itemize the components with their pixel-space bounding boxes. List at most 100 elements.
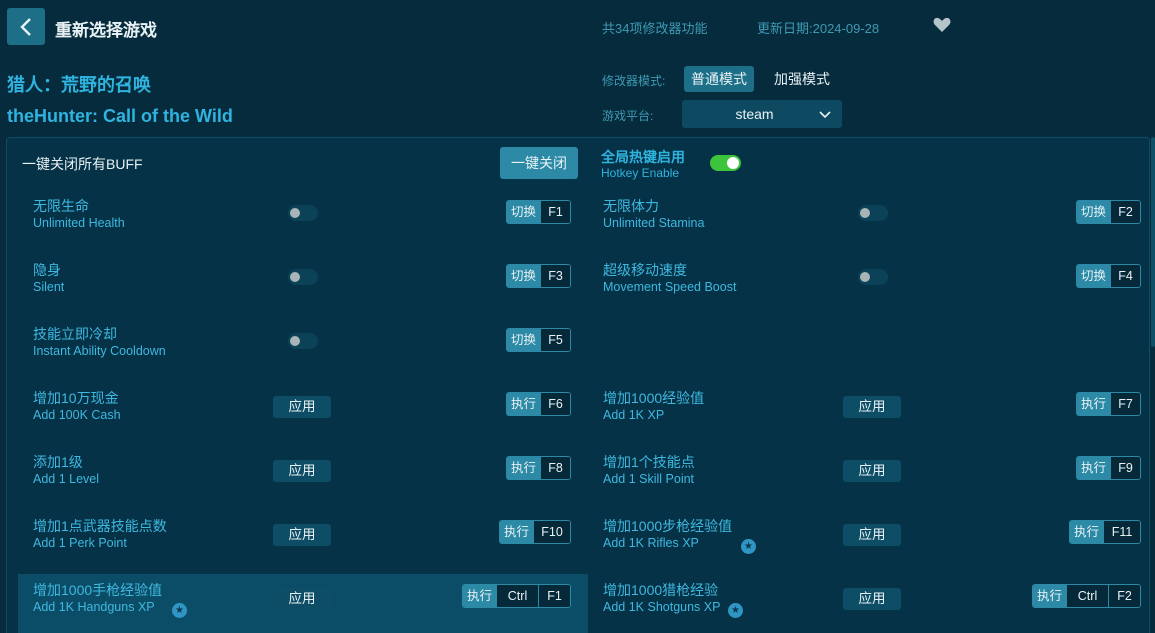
hotkey-key: Ctrl bbox=[496, 585, 539, 607]
apply-button[interactable]: 应用 bbox=[273, 396, 331, 418]
cheat-name-cn: 增加1000猎枪经验 bbox=[603, 582, 719, 598]
hotkey-toggle[interactable] bbox=[710, 155, 741, 171]
hotkey-group[interactable]: 执行 F6 bbox=[506, 392, 572, 416]
apply-button[interactable]: 应用 bbox=[273, 460, 331, 482]
hotkey-key: F6 bbox=[540, 393, 571, 415]
game-title-en: theHunter: Call of the Wild bbox=[7, 106, 233, 126]
heart-icon[interactable] bbox=[933, 17, 951, 33]
cheat-name-en: Add 1 Level bbox=[33, 472, 100, 486]
apply-button[interactable]: 应用 bbox=[843, 396, 901, 418]
hotkey-group[interactable]: 执行 F9 bbox=[1076, 456, 1142, 480]
platform-label: 游戏平台: bbox=[602, 109, 654, 123]
apply-button[interactable]: 应用 bbox=[273, 524, 331, 546]
cheat-name-en: Add 1K Shotguns XP bbox=[603, 600, 721, 614]
hotkey-action-label: 切换 bbox=[1077, 201, 1111, 223]
cheat-item: 添加1级 Add 1 Level 应用 执行 F8 bbox=[18, 446, 588, 510]
hotkey-key: F5 bbox=[540, 329, 571, 351]
hotkey-group[interactable]: 切换 F5 bbox=[506, 328, 572, 352]
cheat-name-cn: 隐身 bbox=[33, 262, 61, 278]
cheat-name-en: Silent bbox=[33, 280, 65, 294]
cheat-name-en: Unlimited Stamina bbox=[603, 216, 705, 230]
cheat-name-en: Instant Ability Cooldown bbox=[33, 344, 166, 358]
hotkey-action-label: 执行 bbox=[1077, 393, 1111, 415]
cheat-item: 增加1000经验值 Add 1K XP 应用 执行 F7 bbox=[588, 382, 1155, 446]
cheat-item: 无限体力 Unlimited Stamina 切换 F2 bbox=[588, 190, 1155, 254]
feature-count: 共34项修改器功能 bbox=[602, 21, 708, 36]
cheat-toggle[interactable] bbox=[858, 205, 888, 221]
cheat-toggle[interactable] bbox=[288, 333, 318, 349]
hotkey-group[interactable]: 执行 F8 bbox=[506, 456, 572, 480]
cheat-name-en: Movement Speed Boost bbox=[603, 280, 737, 294]
cheat-item: 技能立即冷却 Instant Ability Cooldown 切换 F5 bbox=[18, 318, 588, 382]
cheat-name-en: Add 1K Rifles XP bbox=[603, 536, 699, 550]
page-title: 重新选择游戏 bbox=[55, 21, 157, 40]
cheat-name-cn: 技能立即冷却 bbox=[33, 326, 117, 342]
apply-button[interactable]: 应用 bbox=[843, 588, 901, 610]
hotkey-action-label: 执行 bbox=[1033, 585, 1067, 607]
hotkey-key: F7 bbox=[1110, 393, 1141, 415]
cheat-name-cn: 无限生命 bbox=[33, 198, 89, 214]
mode-normal-button[interactable]: 普通模式 bbox=[684, 66, 754, 92]
platform-value: steam bbox=[735, 106, 774, 122]
hotkey-key: F2 bbox=[1110, 201, 1141, 223]
hotkey-key: F10 bbox=[533, 521, 571, 543]
cheat-item: 增加1000手枪经验值 Add 1K Handguns XP ★ 应用 执行 Ctrl F1 bbox=[18, 574, 588, 633]
cheat-item: 超级移动速度 Movement Speed Boost 切换 F4 bbox=[588, 254, 1155, 318]
hotkey-group[interactable]: 切换 F4 bbox=[1076, 264, 1142, 288]
hotkey-key: Ctrl bbox=[1066, 585, 1109, 607]
hotkey-group[interactable]: 切换 F1 bbox=[506, 200, 572, 224]
hotkey-group[interactable]: 执行 F10 bbox=[499, 520, 572, 544]
apply-button[interactable]: 应用 bbox=[843, 524, 901, 546]
cheat-item: 增加10万现金 Add 100K Cash 应用 执行 F6 bbox=[18, 382, 588, 446]
platform-select[interactable]: steam bbox=[682, 100, 842, 128]
cheat-item: 增加1000猎枪经验 Add 1K Shotguns XP ★ 应用 执行 Ctrl F2 bbox=[588, 574, 1155, 633]
star-icon: ★ bbox=[728, 603, 743, 618]
cheat-name-cn: 增加1000经验值 bbox=[603, 390, 705, 406]
hotkey-action-label: 切换 bbox=[1077, 265, 1111, 287]
hotkey-key: F11 bbox=[1103, 521, 1141, 543]
hotkey-group[interactable]: 执行 Ctrl F1 bbox=[462, 584, 572, 608]
apply-button[interactable]: 应用 bbox=[273, 588, 331, 610]
hotkey-group[interactable]: 执行 F11 bbox=[1069, 520, 1142, 544]
cheat-name-cn: 增加1000步枪经验值 bbox=[603, 518, 733, 534]
cheat-toggle[interactable] bbox=[858, 269, 888, 285]
cheat-name-en: Add 1K XP bbox=[603, 408, 665, 422]
cheat-name-cn: 超级移动速度 bbox=[603, 262, 687, 278]
cheat-item: 增加1000步枪经验值 Add 1K Rifles XP ★ 应用 执行 F11 bbox=[588, 510, 1155, 574]
hotkey-key: F1 bbox=[540, 201, 571, 223]
mode-enhanced-button[interactable]: 加强模式 bbox=[767, 66, 837, 92]
hotkey-action-label: 执行 bbox=[1077, 457, 1111, 479]
hotkey-key: F9 bbox=[1110, 457, 1141, 479]
cheat-name-en: Unlimited Health bbox=[33, 216, 125, 230]
back-button[interactable] bbox=[7, 8, 45, 45]
close-all-buff-label: 一键关闭所有BUFF bbox=[22, 156, 143, 172]
cheat-name-en: Add 1 Perk Point bbox=[33, 536, 127, 550]
hotkey-action-label: 执行 bbox=[507, 393, 541, 415]
hotkey-action-label: 执行 bbox=[507, 457, 541, 479]
hotkey-action-label: 切换 bbox=[507, 265, 541, 287]
hotkey-group[interactable]: 执行 Ctrl F2 bbox=[1032, 584, 1142, 608]
hotkey-key: F8 bbox=[540, 457, 571, 479]
hotkey-action-label: 执行 bbox=[463, 585, 497, 607]
hotkey-group[interactable]: 切换 F3 bbox=[506, 264, 572, 288]
update-date: 更新日期:2024-09-28 bbox=[757, 21, 880, 36]
cheat-toggle[interactable] bbox=[288, 205, 318, 221]
apply-button[interactable]: 应用 bbox=[843, 460, 901, 482]
star-icon: ★ bbox=[172, 603, 187, 618]
hotkey-group[interactable]: 切换 F2 bbox=[1076, 200, 1142, 224]
chevron-left-icon bbox=[20, 17, 31, 36]
hotkey-group[interactable]: 执行 F7 bbox=[1076, 392, 1142, 416]
cheat-name-en: Add 1 Skill Point bbox=[603, 472, 695, 486]
hotkey-action-label: 切换 bbox=[507, 329, 541, 351]
cheat-item: 无限生命 Unlimited Health 切换 F1 bbox=[18, 190, 588, 254]
chevron-down-icon bbox=[819, 111, 831, 119]
game-title-cn: 猎人：荒野的召唤 bbox=[7, 75, 151, 95]
cheat-name-cn: 增加10万现金 bbox=[33, 390, 119, 406]
cheat-name-cn: 增加1个技能点 bbox=[603, 454, 695, 470]
close-all-button[interactable]: 一键关闭 bbox=[500, 147, 578, 179]
hotkey-action-label: 切换 bbox=[507, 201, 541, 223]
cheat-toggle[interactable] bbox=[288, 269, 318, 285]
cheat-name-en: Add 1K Handguns XP bbox=[33, 600, 155, 614]
star-icon: ★ bbox=[741, 539, 756, 554]
cheat-name-cn: 无限体力 bbox=[603, 198, 659, 214]
